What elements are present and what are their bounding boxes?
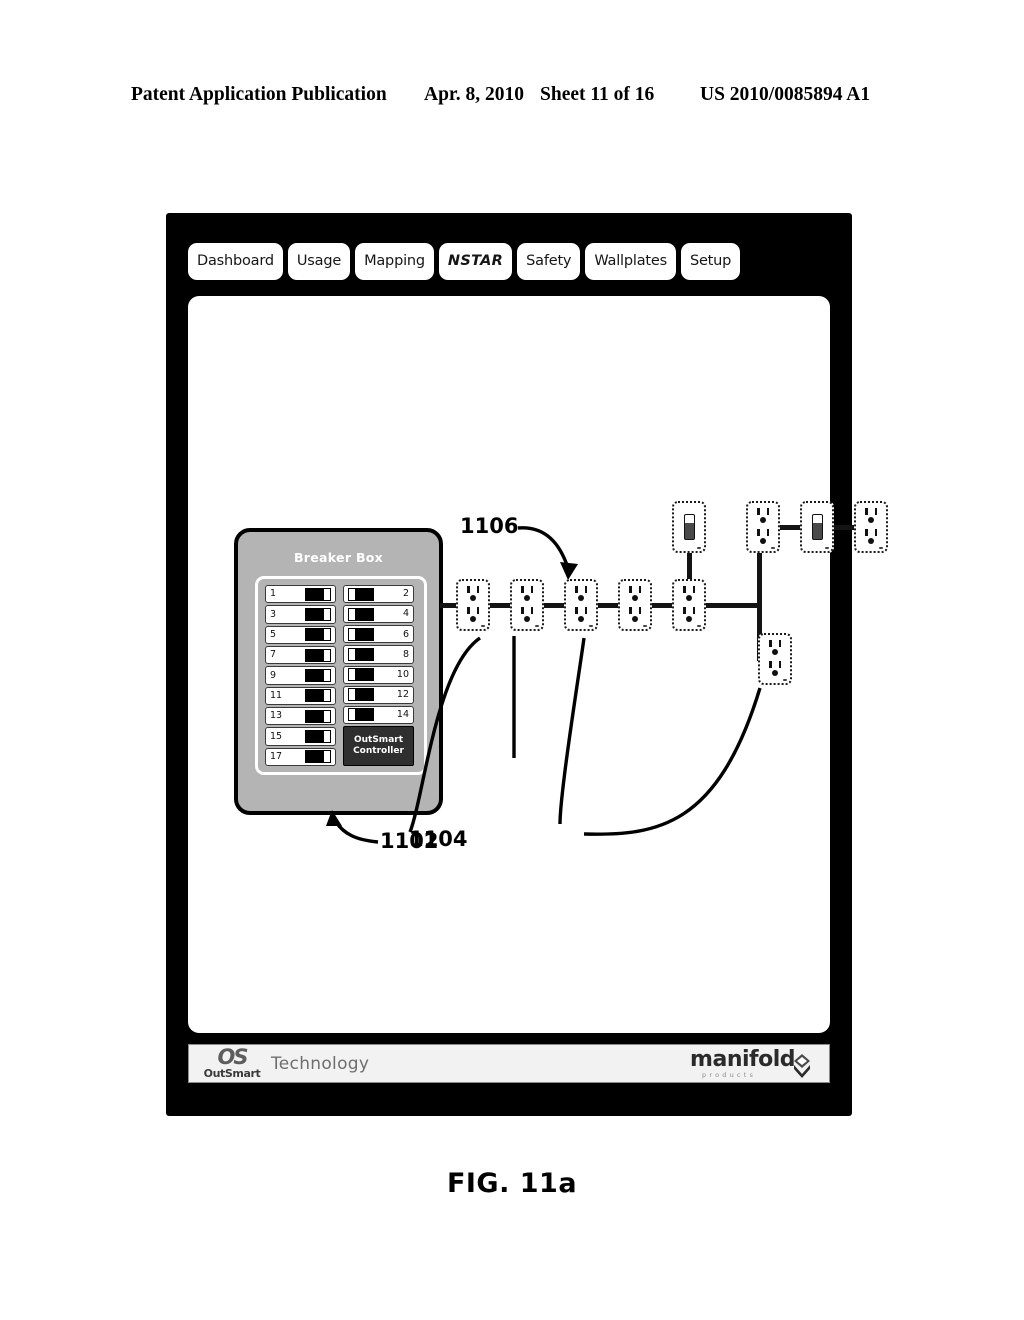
app-content-canvas: Breaker Box 1 3 5 7 9 11 13 15 17 2 4 6 … [188,296,888,1033]
manifold-logo-group: manifold products [690,1046,817,1079]
tab-mapping[interactable]: Mapping [355,242,434,280]
reference-leader-lines [326,526,762,844]
navigation-tab-bar: Dashboard Usage Mapping NSTAR Safety Wal… [188,240,834,282]
publication-date: Apr. 8, 2010 [424,84,525,105]
outlet-7[interactable] [854,501,888,553]
figure-caption: FIG. 11a [446,1168,578,1199]
tab-safety[interactable]: Safety [517,242,581,280]
tab-nstar[interactable]: NSTAR [438,242,513,280]
socket-bottom [860,528,882,547]
outsmart-logo-icon: OS OutSmart [201,1044,263,1080]
manifold-wordmark-stack: manifold products [690,1046,795,1079]
app-footer-bar: OS OutSmart Technology manifold products [188,1044,830,1083]
tablet-device-frame: Dashboard Usage Mapping NSTAR Safety Wal… [166,213,888,1116]
tab-setup[interactable]: Setup [680,242,741,280]
ref-label-1102: 1102 [380,829,439,853]
patent-number: US 2010/0085894 A1 [700,84,871,105]
patent-page-header: Patent Application Publication Apr. 8, 2… [0,84,1024,114]
tab-wallplates[interactable]: Wallplates [585,242,676,280]
outsmart-wordmark: OutSmart [203,1066,261,1080]
publication-label: Patent Application Publication [131,84,387,105]
tab-dashboard[interactable]: Dashboard [188,242,283,280]
wiring-map-diagram: Breaker Box 1 3 5 7 9 11 13 15 17 2 4 6 … [188,296,888,1033]
tab-usage[interactable]: Usage [287,242,351,280]
manifold-subtitle: products [702,1070,757,1079]
wire-switchright-outlet7 [832,525,856,530]
outsmart-monogram: OS [217,1044,249,1069]
footer-brand-group: OS OutSmart Technology [201,1044,370,1080]
manifold-wordmark: manifold [690,1046,795,1072]
plate-screw-icon [879,547,883,549]
sheet-number: Sheet 11 of 16 [540,84,655,105]
footer-tagline: Technology [271,1053,370,1074]
manifold-diamond-icon [794,1053,810,1078]
socket-top [860,507,882,526]
ref-label-1106: 1106 [460,514,519,538]
